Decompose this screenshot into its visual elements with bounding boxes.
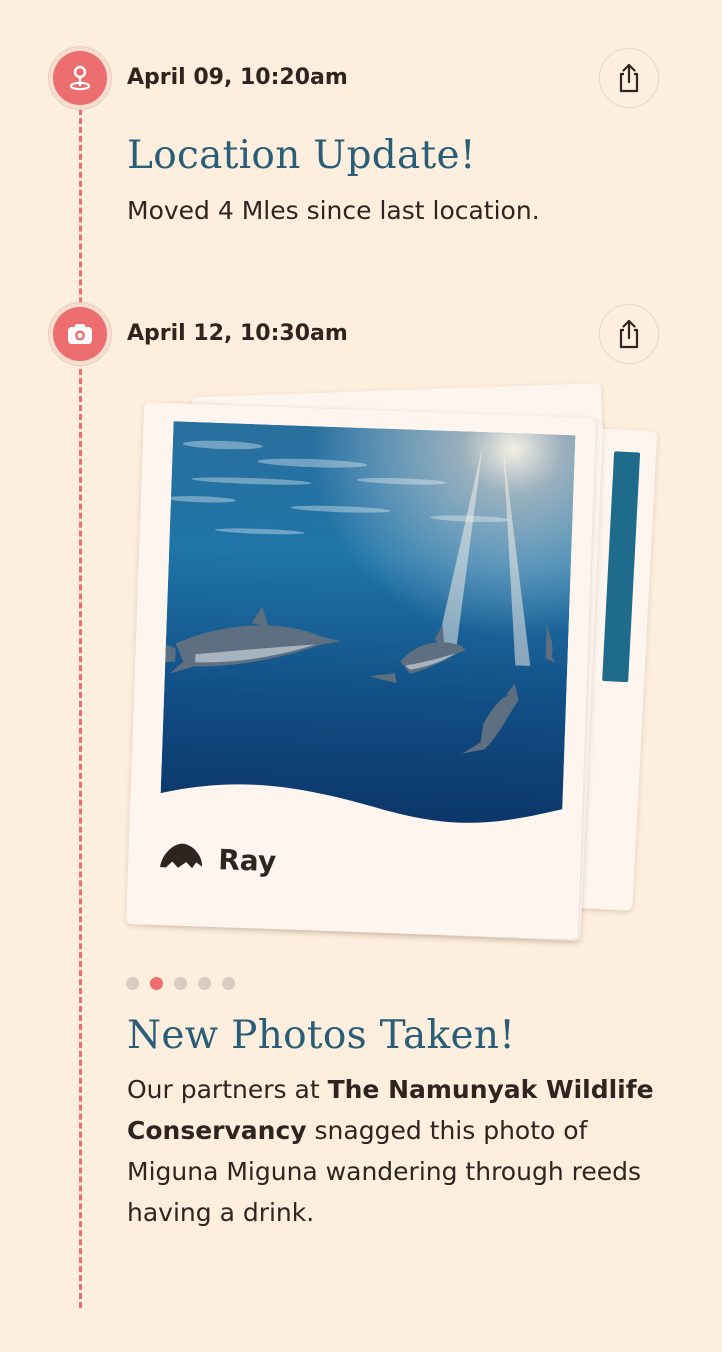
body-text-part: Our partners at [127, 1075, 328, 1104]
entry-date: April 09, 10:20am [127, 65, 348, 90]
entry-title: New Photos Taken! [127, 1013, 516, 1058]
share-button[interactable] [599, 304, 659, 364]
carousel-dot[interactable] [198, 977, 211, 990]
carousel-dot[interactable] [126, 977, 139, 990]
share-button[interactable] [599, 48, 659, 108]
entry-body: Our partners at The Namunyak Wildlife Co… [127, 1069, 667, 1233]
ray-icon [160, 843, 203, 869]
carousel-dot-active[interactable] [150, 977, 163, 990]
entry-body: Moved 4 Mles since last location. [127, 196, 540, 225]
entry-date: April 12, 10:30am [127, 321, 348, 346]
timeline-line [79, 100, 82, 1308]
location-pin-icon [53, 51, 107, 105]
camera-icon [53, 307, 107, 361]
photo-card[interactable]: Ray [126, 402, 596, 940]
share-icon [619, 319, 639, 349]
carousel-dot[interactable] [222, 977, 235, 990]
carousel-dot[interactable] [174, 977, 187, 990]
entry-title: Location Update! [127, 133, 476, 178]
photo-caption: Ray [217, 843, 277, 879]
carousel-dots [126, 977, 235, 990]
share-icon [619, 63, 639, 93]
